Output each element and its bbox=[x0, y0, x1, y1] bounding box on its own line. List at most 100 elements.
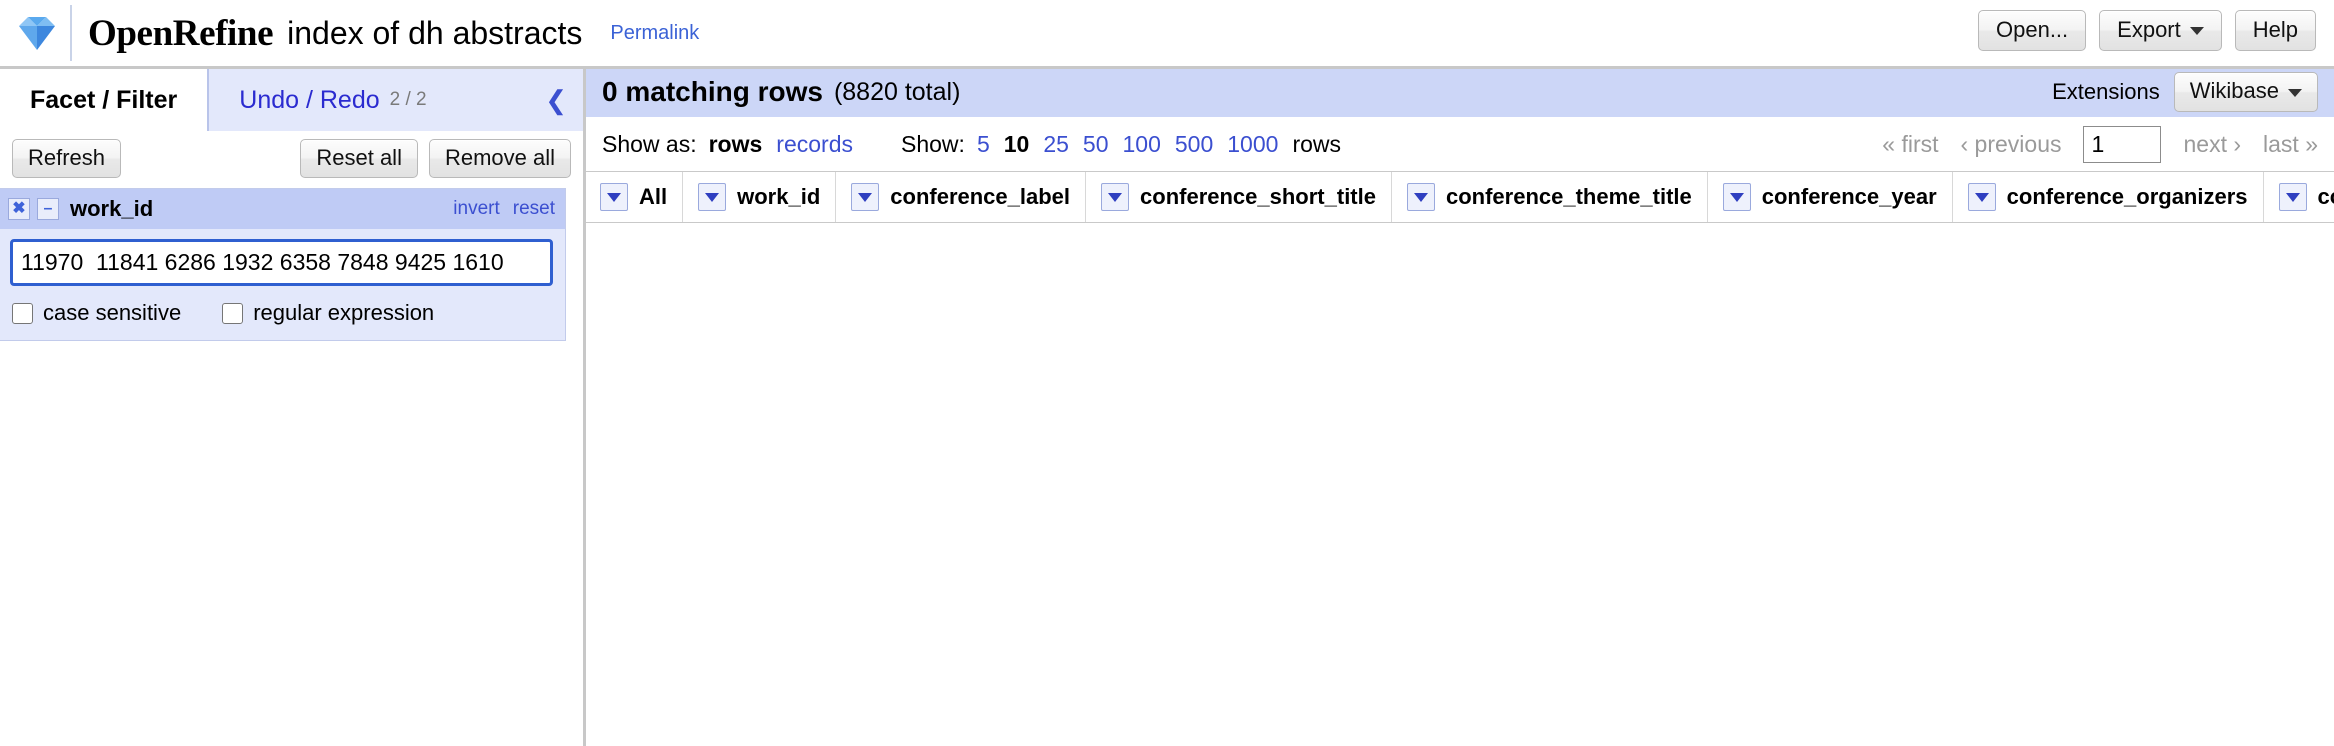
show-option-1000[interactable]: 1000 bbox=[1227, 131, 1278, 158]
left-panel: Facet / Filter Undo / Redo 2 / 2 ❮ Refre… bbox=[0, 66, 583, 746]
chevron-down-icon[interactable] bbox=[698, 183, 727, 211]
column-header-conference-truncated[interactable]: confe bbox=[2264, 172, 2334, 222]
close-icon[interactable]: ✖ bbox=[8, 198, 30, 221]
refresh-button-label: Refresh bbox=[28, 145, 106, 170]
column-header-all[interactable]: All bbox=[586, 172, 684, 222]
export-button-label: Export bbox=[2117, 17, 2181, 42]
total-rows-count: (8820 total) bbox=[833, 77, 961, 106]
column-title: conference_label bbox=[890, 184, 1071, 209]
regular-expression-checkbox[interactable] bbox=[222, 302, 244, 324]
permalink-link[interactable]: Permalink bbox=[610, 22, 699, 45]
help-button[interactable]: Help bbox=[2234, 10, 2316, 52]
column-title: conference_theme_title bbox=[1445, 184, 1692, 209]
pager-first-button[interactable]: « first bbox=[1882, 131, 1938, 158]
help-button-label: Help bbox=[2252, 17, 2298, 42]
facet-name: work_id bbox=[70, 196, 154, 222]
pager-page-input[interactable] bbox=[2083, 125, 2162, 163]
column-header-conference-year[interactable]: conference_year bbox=[1708, 172, 1953, 222]
pager-next-button[interactable]: next › bbox=[2183, 131, 2241, 158]
open-button[interactable]: Open... bbox=[1978, 10, 2087, 52]
column-title: conference_year bbox=[1761, 184, 1937, 209]
facet-toolbar-right-group: Reset all Remove all bbox=[300, 139, 571, 179]
column-header-conference-short-title[interactable]: conference_short_title bbox=[1086, 172, 1392, 222]
column-header-conference-theme-title[interactable]: conference_theme_title bbox=[1392, 172, 1708, 222]
header-actions: Open... Export Help bbox=[1978, 10, 2316, 52]
logo bbox=[0, 13, 68, 53]
show-option-100[interactable]: 100 bbox=[1123, 131, 1161, 158]
chevron-down-icon[interactable] bbox=[2278, 183, 2307, 211]
facet-reset-link[interactable]: reset bbox=[513, 198, 555, 220]
open-button-label: Open... bbox=[1996, 17, 2069, 42]
right-panel: 0 matching rows (8820 total) Extensions … bbox=[583, 66, 2334, 746]
extensions-label: Extensions bbox=[2052, 79, 2160, 104]
column-title: All bbox=[639, 184, 668, 209]
show-option-500[interactable]: 500 bbox=[1175, 131, 1213, 158]
chevron-down-icon[interactable] bbox=[600, 183, 628, 211]
show-option-25[interactable]: 25 bbox=[1043, 131, 1069, 158]
column-title: conference_short_title bbox=[1140, 184, 1376, 209]
extensions-group: Extensions Wikibase bbox=[2052, 72, 2318, 112]
facet-options-row: case sensitive regular expression bbox=[10, 300, 553, 326]
chevron-down-icon[interactable] bbox=[1967, 183, 1996, 211]
show-option-5[interactable]: 5 bbox=[977, 131, 990, 158]
facet-links: invert reset bbox=[453, 198, 555, 220]
tab-undo-redo[interactable]: Undo / Redo 2 / 2 bbox=[209, 69, 583, 131]
wikibase-extension-button[interactable]: Wikibase bbox=[2173, 72, 2318, 112]
column-header-conference-organizers[interactable]: conference_organizers bbox=[1953, 172, 2264, 222]
pager-previous-button[interactable]: ‹ previous bbox=[1961, 131, 2062, 158]
product-title: OpenRefine bbox=[88, 12, 274, 54]
column-title: confe bbox=[2317, 184, 2334, 209]
column-headers: All work_id conference_label conference_… bbox=[586, 171, 2334, 223]
wikibase-extension-label: Wikibase bbox=[2189, 78, 2279, 104]
chevron-down-icon bbox=[2288, 88, 2302, 97]
case-sensitive-label[interactable]: case sensitive bbox=[43, 300, 181, 326]
remove-all-button-label: Remove all bbox=[444, 145, 555, 170]
chevron-down-icon bbox=[2189, 27, 2204, 36]
reset-all-button[interactable]: Reset all bbox=[300, 139, 418, 179]
controls-bar: Show as: rows records Show: 5 10 25 50 1… bbox=[586, 117, 2334, 171]
show-as-option-records[interactable]: records bbox=[776, 131, 853, 158]
refresh-button[interactable]: Refresh bbox=[12, 139, 122, 179]
column-title: work_id bbox=[737, 184, 821, 209]
case-sensitive-group: case sensitive bbox=[12, 300, 181, 326]
facet-list: ✖ – work_id invert reset case sensitive bbox=[0, 188, 583, 342]
facet-title-bar: ✖ – work_id invert reset bbox=[0, 189, 565, 230]
facet-work-id: ✖ – work_id invert reset case sensitive bbox=[0, 188, 566, 342]
column-header-work-id[interactable]: work_id bbox=[683, 172, 837, 222]
show-as-option-rows[interactable]: rows bbox=[709, 131, 763, 158]
tab-undo-redo-count: 2 / 2 bbox=[389, 89, 427, 110]
case-sensitive-checkbox[interactable] bbox=[12, 302, 33, 324]
tab-facet-filter[interactable]: Facet / Filter bbox=[0, 69, 210, 131]
pager-last-button[interactable]: last » bbox=[2263, 131, 2318, 158]
tab-undo-redo-label: Undo / Redo bbox=[239, 85, 380, 114]
reset-all-button-label: Reset all bbox=[316, 145, 402, 170]
facet-text-filter-input[interactable] bbox=[10, 239, 553, 287]
export-button[interactable]: Export bbox=[2099, 10, 2222, 52]
facet-body: case sensitive regular expression bbox=[0, 229, 565, 340]
show-option-10[interactable]: 10 bbox=[1004, 131, 1030, 158]
column-header-conference-label[interactable]: conference_label bbox=[836, 172, 1087, 222]
project-name: index of dh abstracts bbox=[287, 14, 583, 51]
tab-facet-filter-label: Facet / Filter bbox=[30, 85, 178, 114]
chevron-down-icon[interactable] bbox=[1722, 183, 1751, 211]
minimize-icon[interactable]: – bbox=[37, 198, 59, 221]
left-panel-tab-bar: Facet / Filter Undo / Redo 2 / 2 ❮ bbox=[0, 69, 583, 131]
chevron-down-icon[interactable] bbox=[1101, 183, 1130, 211]
rows-suffix-label: rows bbox=[1292, 130, 1341, 157]
app-header: OpenRefine index of dh abstracts Permali… bbox=[0, 0, 2334, 66]
chevron-down-icon[interactable] bbox=[851, 183, 880, 211]
regular-expression-label[interactable]: regular expression bbox=[253, 300, 434, 326]
facet-invert-link[interactable]: invert bbox=[453, 198, 499, 220]
column-title: conference_organizers bbox=[2006, 184, 2248, 209]
show-option-50[interactable]: 50 bbox=[1083, 131, 1109, 158]
chevron-down-icon[interactable] bbox=[1406, 183, 1435, 211]
summary-bar: 0 matching rows (8820 total) Extensions … bbox=[586, 69, 2334, 117]
pager: « first ‹ previous next › last » bbox=[1882, 125, 2318, 163]
matching-rows-count: 0 matching rows bbox=[602, 76, 823, 107]
chevron-left-icon[interactable]: ❮ bbox=[545, 87, 567, 113]
regular-expression-group: regular expression bbox=[222, 300, 434, 326]
show-as-label: Show as: bbox=[602, 130, 697, 157]
main-split: Facet / Filter Undo / Redo 2 / 2 ❮ Refre… bbox=[0, 66, 2334, 746]
logo-divider bbox=[70, 5, 72, 61]
remove-all-button[interactable]: Remove all bbox=[428, 139, 571, 179]
